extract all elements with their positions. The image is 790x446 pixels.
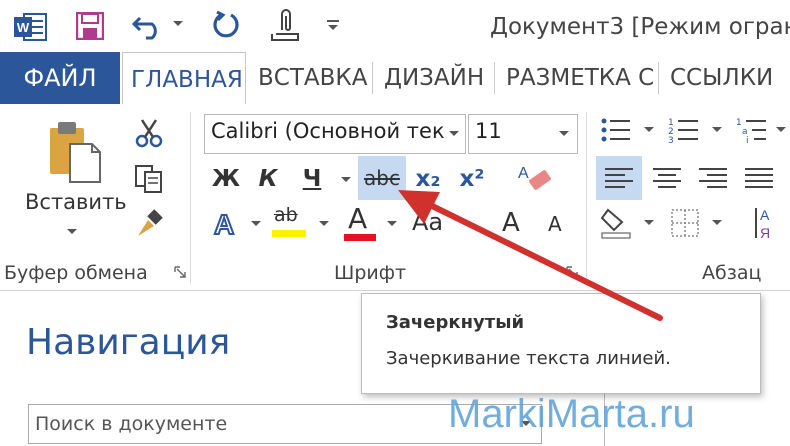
undo-icon[interactable] — [132, 12, 166, 40]
svg-text:Я: Я — [760, 225, 770, 241]
bold-button[interactable]: Ж — [206, 160, 246, 198]
svg-text:A: A — [214, 209, 234, 240]
tab-design[interactable]: ДИЗАЙН — [376, 52, 492, 104]
customize-qat-icon[interactable] — [326, 20, 340, 32]
title-bar: W Документ3 [Режим ограни — [0, 0, 790, 52]
highlight-color-bar[interactable] — [272, 230, 306, 237]
svg-text:A: A — [518, 165, 529, 182]
clipboard-launcher-icon[interactable] — [174, 266, 186, 278]
group-separator — [190, 112, 191, 284]
justify-icon[interactable] — [736, 156, 782, 200]
sort-icon[interactable]: А Я — [752, 204, 782, 242]
annotation-arrow-icon — [398, 190, 663, 321]
tab-separator — [658, 62, 659, 94]
font-size-dropdown-icon[interactable] — [558, 130, 570, 138]
paste-dropdown-icon[interactable] — [66, 228, 78, 236]
cut-icon[interactable] — [134, 118, 164, 148]
font-name-combo[interactable]: Calibri (Основной тек — [204, 114, 466, 154]
highlight-text-label: ab — [274, 204, 298, 226]
tab-references[interactable]: ССЫЛКИ — [662, 52, 781, 104]
bullets-icon[interactable] — [600, 116, 656, 144]
undo-dropdown-icon[interactable] — [172, 20, 184, 28]
numbering-icon[interactable]: 1 2 3 — [668, 116, 724, 144]
attach-icon[interactable] — [268, 8, 304, 42]
watermark: MarkiMarta.ru — [448, 392, 695, 436]
svg-text:1: 1 — [736, 118, 742, 128]
text-effects-dropdown-icon[interactable] — [250, 220, 262, 228]
tab-separator — [372, 62, 373, 94]
format-painter-icon[interactable] — [134, 206, 164, 238]
multilevel-list-icon[interactable]: 1 a i — [736, 116, 790, 144]
highlight-dropdown-icon[interactable] — [318, 220, 330, 228]
paste-icon[interactable] — [44, 118, 104, 184]
save-icon[interactable] — [76, 12, 104, 40]
tooltip-description: Зачеркивание текста линией. — [386, 348, 671, 369]
tab-separator — [494, 62, 495, 94]
underline-dropdown-icon[interactable] — [340, 176, 352, 184]
paragraph-group-label: Абзац — [702, 262, 762, 284]
document-title: Документ3 [Режим ограни — [490, 14, 790, 40]
align-right-icon[interactable] — [690, 156, 736, 200]
redo-icon[interactable] — [212, 10, 242, 40]
word-icon[interactable]: W — [14, 12, 48, 42]
italic-button[interactable]: К — [248, 160, 288, 198]
svg-text:i: i — [746, 136, 749, 144]
font-name-dropdown-icon[interactable] — [448, 130, 460, 138]
font-color-label: А — [348, 202, 368, 235]
navigation-title: Навигация — [26, 322, 231, 363]
copy-icon[interactable] — [134, 164, 164, 194]
svg-text:W: W — [17, 20, 30, 35]
svg-text:3: 3 — [668, 136, 674, 144]
text-effects-icon[interactable]: A — [210, 206, 244, 240]
svg-text:А: А — [760, 207, 770, 223]
underline-button[interactable]: Ч — [292, 160, 332, 198]
tab-layout[interactable]: РАЗМЕТКА С — [498, 52, 662, 104]
clipboard-group-label: Буфер обмена — [4, 262, 148, 284]
tab-file[interactable]: ФАЙЛ — [0, 52, 120, 104]
tab-insert[interactable]: ВСТАВКА — [250, 52, 375, 104]
tab-home[interactable]: ГЛАВНАЯ — [122, 52, 246, 106]
font-color-bar[interactable] — [344, 234, 376, 241]
paste-label[interactable]: Вставить — [25, 190, 127, 214]
